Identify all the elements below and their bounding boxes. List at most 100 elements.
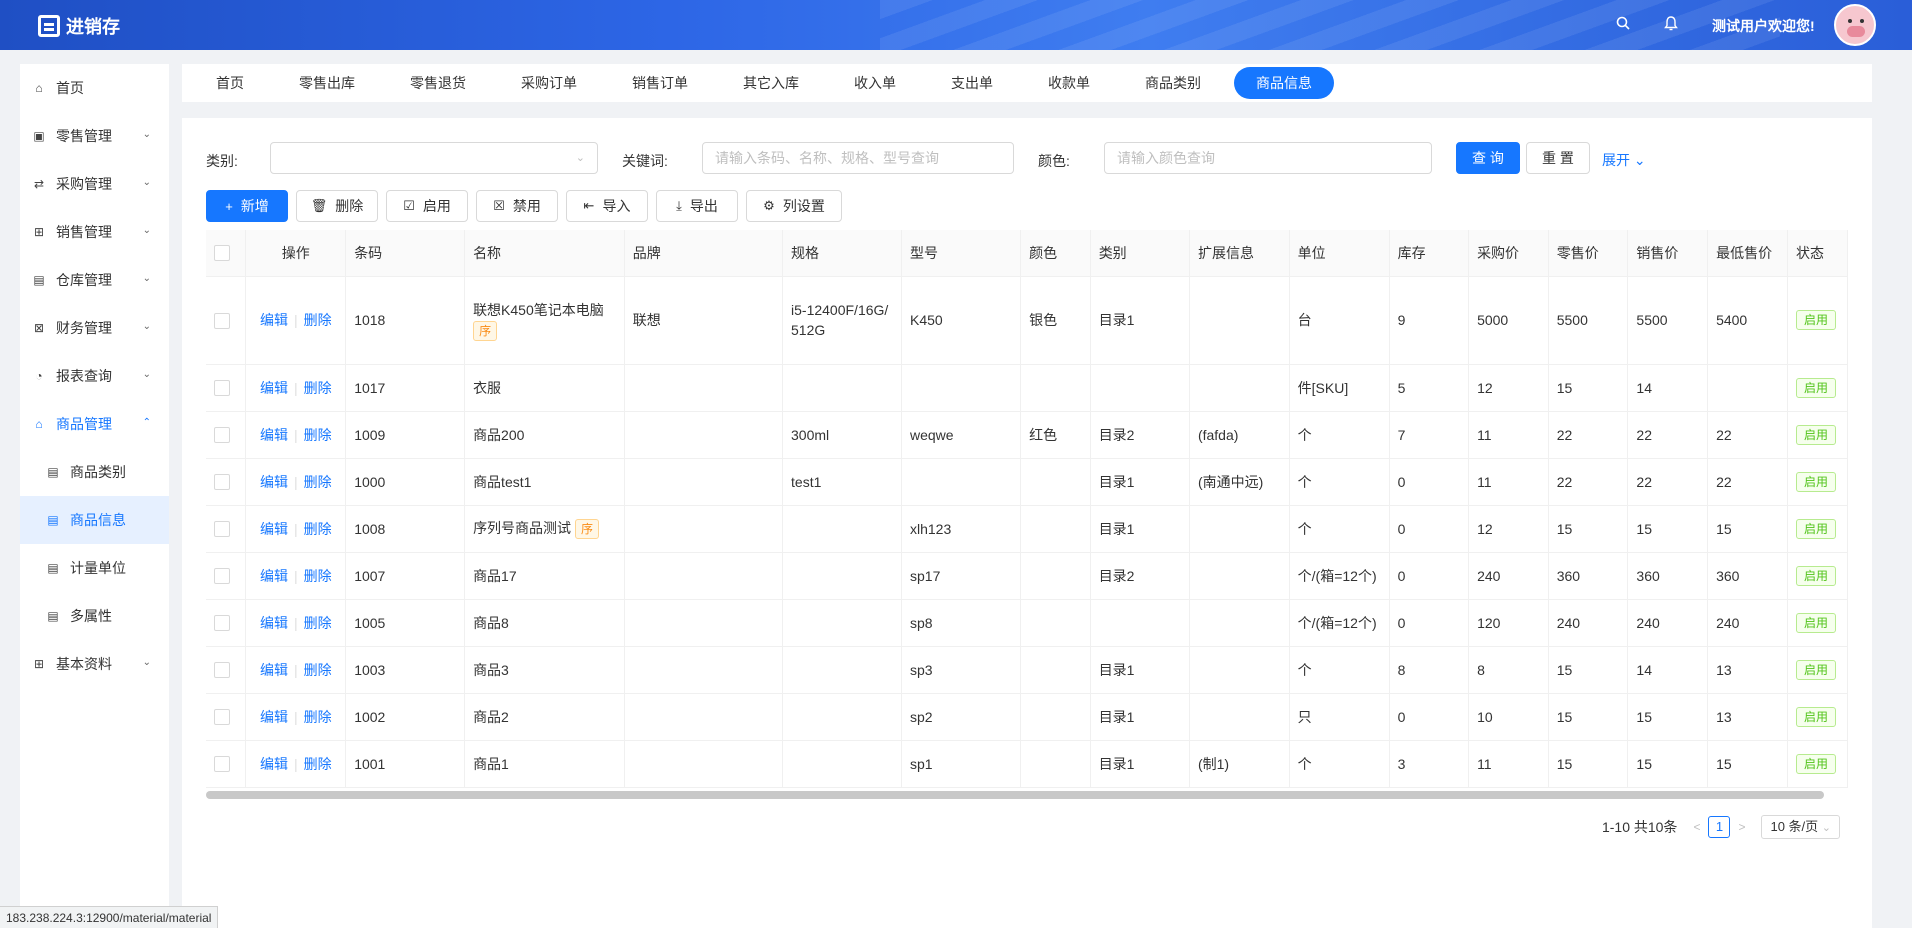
sidebar-item-finance[interactable]: ⊠ 财务管理 ⌄ <box>20 304 169 352</box>
avatar[interactable] <box>1834 4 1876 46</box>
sidebar-item-sales[interactable]: ⊞ 销售管理 ⌄ <box>20 208 169 256</box>
checkbox[interactable] <box>214 521 230 538</box>
row-select-cell[interactable] <box>206 552 247 600</box>
row-select-cell[interactable] <box>206 505 247 553</box>
checkbox[interactable] <box>214 709 230 726</box>
sidebar-item-label: 仓库管理 <box>56 272 112 288</box>
row-select-cell[interactable] <box>206 646 247 694</box>
sidebar-item-units[interactable]: ▤ 计量单位 <box>20 544 169 592</box>
tab-home[interactable]: 首页 <box>194 67 266 99</box>
header-select-all[interactable] <box>206 230 247 277</box>
checkbox[interactable] <box>214 615 230 632</box>
expand-link[interactable]: 展开 ⌄ <box>1602 150 1646 170</box>
edit-link[interactable]: 编辑 <box>260 312 288 328</box>
sidebar-item-purchase[interactable]: ⇄ 采购管理 ⌄ <box>20 160 169 208</box>
edit-link[interactable]: 编辑 <box>260 756 288 772</box>
app-logo[interactable]: 进销存 <box>38 13 120 39</box>
checkbox[interactable] <box>214 474 230 491</box>
cell-spec <box>782 740 902 788</box>
sidebar-item-home[interactable]: ⌂ 首页 <box>20 64 169 112</box>
color-input[interactable]: 请输入颜色查询 <box>1104 142 1432 174</box>
tab-goods-category[interactable]: 商品类别 <box>1123 67 1223 99</box>
checkbox[interactable] <box>214 568 230 585</box>
tab-income[interactable]: 收入单 <box>832 67 918 99</box>
sidebar-item-reports[interactable]: ◔ 报表查询 ⌄ <box>20 352 169 400</box>
search-button[interactable]: 查 询 <box>1456 142 1520 174</box>
sidebar-item-warehouse[interactable]: ▤ 仓库管理 ⌄ <box>20 256 169 304</box>
tab-retail-out[interactable]: 零售出库 <box>277 67 377 99</box>
checkbox[interactable] <box>214 662 230 679</box>
row-select-cell[interactable] <box>206 740 247 788</box>
edit-link[interactable]: 编辑 <box>260 615 288 631</box>
edit-link[interactable]: 编辑 <box>260 521 288 537</box>
row-select-cell[interactable] <box>206 276 247 365</box>
chevron-right-icon[interactable]: > <box>1738 820 1745 834</box>
checkbox[interactable] <box>214 312 230 329</box>
row-select-cell[interactable] <box>206 599 247 647</box>
header-cell: 扩展信息 <box>1189 230 1290 277</box>
tab-purchase-order[interactable]: 采购订单 <box>499 67 599 99</box>
page-size-select[interactable]: 10 条/页 ⌄ <box>1761 815 1840 839</box>
sidebar-item-retail[interactable]: ▣ 零售管理 ⌄ <box>20 112 169 160</box>
cell-status: 启用 <box>1787 276 1848 365</box>
checkbox[interactable] <box>214 380 230 397</box>
sidebar-item-goods-category[interactable]: ▤ 商品类别 <box>20 448 169 496</box>
tab-goods-info[interactable]: 商品信息 <box>1234 67 1334 99</box>
delete-link[interactable]: 删除 <box>304 474 332 490</box>
cell-status: 启用 <box>1787 411 1848 459</box>
row-select-cell[interactable] <box>206 458 247 506</box>
row-select-cell[interactable] <box>206 693 247 741</box>
tab-other-in[interactable]: 其它入库 <box>721 67 821 99</box>
cell-status: 启用 <box>1787 693 1848 741</box>
checkbox[interactable] <box>214 245 230 262</box>
delete-link[interactable]: 删除 <box>304 662 332 678</box>
horizontal-scrollbar[interactable] <box>206 791 1824 799</box>
row-select-cell[interactable] <box>206 364 247 412</box>
row-select-cell[interactable] <box>206 411 247 459</box>
keyword-input[interactable]: 请输入条码、名称、规格、型号查询 <box>702 142 1014 174</box>
header-cell: 操作 <box>245 230 347 277</box>
add-button[interactable]: + 新增 <box>206 190 288 222</box>
plus-icon: + <box>225 198 233 214</box>
delete-link[interactable]: 删除 <box>304 521 332 537</box>
edit-link[interactable]: 编辑 <box>260 427 288 443</box>
edit-link[interactable]: 编辑 <box>260 662 288 678</box>
delete-link[interactable]: 删除 <box>304 380 332 396</box>
export-button[interactable]: ⤓ 导出 <box>656 190 738 222</box>
chevron-left-icon[interactable]: < <box>1693 820 1700 834</box>
checkbox[interactable] <box>214 756 230 773</box>
tab-receipt[interactable]: 收款单 <box>1026 67 1112 99</box>
tab-retail-return[interactable]: 零售退货 <box>388 67 488 99</box>
edit-link[interactable]: 编辑 <box>260 380 288 396</box>
sidebar-item-goods-info[interactable]: ▤ 商品信息 <box>20 496 169 544</box>
enable-button[interactable]: ☑ 启用 <box>386 190 468 222</box>
main-content: 类别: ⌄ 关键词: 请输入条码、名称、规格、型号查询 颜色: 请输入颜色查询 … <box>182 118 1872 928</box>
import-button[interactable]: ⇤ 导入 <box>566 190 648 222</box>
edit-link[interactable]: 编辑 <box>260 568 288 584</box>
delete-link[interactable]: 删除 <box>304 568 332 584</box>
checkbox[interactable] <box>214 427 230 444</box>
cell-code: 1005 <box>345 599 466 647</box>
edit-link[interactable]: 编辑 <box>260 709 288 725</box>
reset-button[interactable]: 重 置 <box>1526 142 1590 174</box>
category-label: 类别: <box>206 153 238 169</box>
category-select[interactable]: ⌄ <box>270 142 598 174</box>
sidebar-item-attributes[interactable]: ▤ 多属性 <box>20 592 169 640</box>
cell-stock: 0 <box>1389 599 1470 647</box>
column-settings-button[interactable]: ⚙ 列设置 <box>746 190 842 222</box>
delete-link[interactable]: 删除 <box>304 615 332 631</box>
page-number[interactable]: 1 <box>1708 816 1731 838</box>
disable-button[interactable]: ☒ 禁用 <box>476 190 558 222</box>
edit-link[interactable]: 编辑 <box>260 474 288 490</box>
sidebar-item-basic-data[interactable]: ⊞ 基本资料 ⌄ <box>20 640 169 688</box>
bell-icon[interactable] <box>1664 16 1678 35</box>
delete-link[interactable]: 删除 <box>304 312 332 328</box>
delete-link[interactable]: 删除 <box>304 709 332 725</box>
delete-link[interactable]: 删除 <box>304 427 332 443</box>
delete-link[interactable]: 删除 <box>304 756 332 772</box>
tab-expense[interactable]: 支出单 <box>929 67 1015 99</box>
tab-sales-order[interactable]: 销售订单 <box>610 67 710 99</box>
delete-button[interactable]: 🗑 删除 <box>296 190 378 222</box>
sidebar-item-goods[interactable]: ⌂ 商品管理 ⌃ <box>20 400 169 448</box>
search-icon[interactable] <box>1616 16 1630 34</box>
